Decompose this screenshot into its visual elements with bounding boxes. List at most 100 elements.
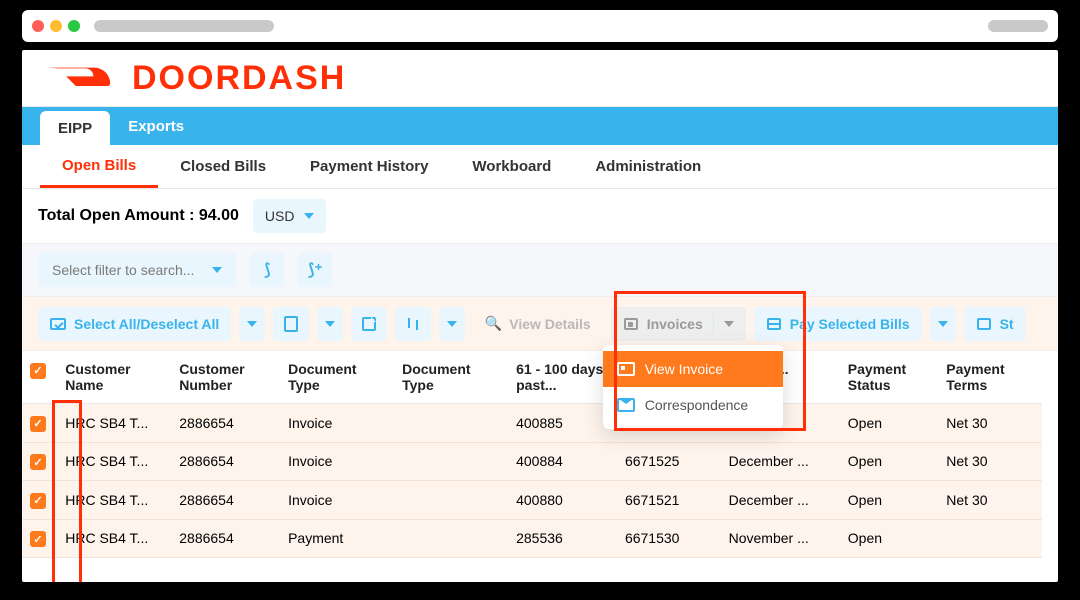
brand-name: DOORDASH (132, 59, 346, 98)
table-row[interactable]: ✓HRC SB4 T...2886654Payment2855366671530… (22, 519, 1042, 558)
doordash-logo-icon (40, 58, 126, 98)
pay-selected-dropdown[interactable] (930, 307, 956, 341)
table-row[interactable]: ✓HRC SB4 T...2886654Invoice4008846671525… (22, 442, 1042, 481)
tab-workboard[interactable]: Workboard (450, 145, 573, 188)
bills-table: ✓ Customer Name Customer Number Document… (22, 351, 1042, 558)
tab-payment-history[interactable]: Payment History (288, 145, 450, 188)
cell-customer-number: 2886654 (171, 404, 280, 443)
cell-customer-name: HRC SB4 T... (57, 442, 171, 481)
cell-days-past: 400885 (508, 404, 617, 443)
export-dropdown[interactable] (317, 307, 343, 341)
view-details-button[interactable]: 🔍 View Details (473, 307, 602, 341)
header-checkbox[interactable]: ✓ (30, 363, 46, 379)
filter-selector[interactable]: Select filter to search... (38, 253, 236, 287)
pdf-icon (617, 362, 635, 376)
cell-terms: Net 30 (938, 404, 1042, 443)
cell-doc-type-2 (394, 481, 508, 520)
sort-dropdown[interactable] (439, 307, 465, 341)
col-document-type-2[interactable]: Document Type (394, 351, 508, 404)
sort-icon (405, 316, 421, 332)
browser-chrome (20, 8, 1060, 44)
table-row[interactable]: ✓HRC SB4 T...2886654Invoice4008806671521… (22, 481, 1042, 520)
sort-button[interactable] (395, 307, 431, 341)
cell-checkbox[interactable]: ✓ (22, 404, 57, 443)
tab-administration[interactable]: Administration (573, 145, 723, 188)
col-document-type[interactable]: Document Type (280, 351, 394, 404)
currency-value: USD (265, 208, 295, 224)
col-payment-status[interactable]: Payment Status (840, 351, 938, 404)
status-label: St (1000, 316, 1014, 332)
table-row[interactable]: ✓HRC SB4 T...2886654Invoice400885mber ..… (22, 404, 1042, 443)
select-all-dropdown[interactable] (239, 307, 265, 341)
cursor-icon: ⟆ (264, 260, 270, 280)
cell-terms: Net 30 (938, 442, 1042, 481)
pdf-icon (623, 316, 639, 332)
select-all-label: Select All/Deselect All (74, 316, 219, 332)
col-days-past[interactable]: 61 - 100 days past... (508, 351, 617, 404)
envelope-icon (617, 398, 635, 412)
cell-doc-type-2 (394, 519, 508, 558)
action-bar: Select All/Deselect All 🔍 View Details I… (22, 297, 1058, 351)
cell-doc-type: Payment (280, 519, 394, 558)
chevron-down-icon (325, 321, 335, 327)
tab-label: Administration (595, 158, 701, 175)
row-checkbox[interactable]: ✓ (30, 416, 46, 432)
cell-checkbox[interactable]: ✓ (22, 481, 57, 520)
cell-checkbox[interactable]: ✓ (22, 442, 57, 481)
primary-tabs: EIPP Exports (22, 107, 1058, 145)
cell-doc-type: Invoice (280, 481, 394, 520)
clear-filter-button[interactable]: ⟆ (250, 253, 284, 287)
dropdown-label: Correspondence (645, 397, 749, 413)
col-customer-number[interactable]: Customer Number (171, 351, 280, 404)
filter-placeholder: Select filter to search... (52, 262, 194, 278)
chevron-down-icon (938, 321, 948, 327)
cell-date: December ... (721, 481, 840, 520)
export-icon (283, 316, 299, 332)
window-minimize-dot[interactable] (50, 20, 62, 32)
browser-right-placeholder (988, 20, 1048, 32)
save-button[interactable] (351, 307, 387, 341)
primary-tab-exports[interactable]: Exports (110, 107, 202, 145)
card-icon (766, 316, 782, 332)
cell-status: Open (840, 404, 938, 443)
cell-ref: 6671530 (617, 519, 721, 558)
invoices-button[interactable]: Invoices (611, 307, 746, 341)
status-button[interactable]: St (964, 307, 1026, 341)
dropdown-item-correspondence[interactable]: Correspondence (603, 387, 783, 423)
export-button[interactable] (273, 307, 309, 341)
currency-selector[interactable]: USD (253, 199, 327, 233)
cell-doc-type: Invoice (280, 442, 394, 481)
cell-customer-name: HRC SB4 T... (57, 481, 171, 520)
cell-doc-type-2 (394, 404, 508, 443)
tab-label: Closed Bills (180, 158, 266, 175)
secondary-tabs: Open Bills Closed Bills Payment History … (22, 145, 1058, 189)
row-checkbox[interactable]: ✓ (30, 454, 46, 470)
apply-filter-button[interactable]: ⟆⁺ (298, 253, 332, 287)
cell-days-past: 400880 (508, 481, 617, 520)
chevron-down-icon (724, 321, 734, 327)
tab-label: Payment History (310, 158, 428, 175)
col-customer-name[interactable]: Customer Name (57, 351, 171, 404)
total-open-amount-row: Total Open Amount : 94.00 USD (22, 189, 1058, 243)
col-payment-terms[interactable]: Payment Terms (938, 351, 1042, 404)
pay-selected-button[interactable]: Pay Selected Bills (754, 307, 922, 341)
cell-customer-name: HRC SB4 T... (57, 519, 171, 558)
cell-status: Open (840, 442, 938, 481)
tab-closed-bills[interactable]: Closed Bills (158, 145, 288, 188)
dropdown-item-view-invoice[interactable]: View Invoice (603, 351, 783, 387)
window-maximize-dot[interactable] (68, 20, 80, 32)
cell-terms: Net 30 (938, 481, 1042, 520)
select-all-button[interactable]: Select All/Deselect All (38, 307, 231, 341)
row-checkbox[interactable]: ✓ (30, 493, 46, 509)
invoices-button-wrap: Invoices View Invoice Correspondence (611, 307, 746, 341)
row-checkbox[interactable]: ✓ (30, 531, 46, 547)
col-checkbox[interactable]: ✓ (22, 351, 57, 404)
cell-ref: 6671521 (617, 481, 721, 520)
list-icon (976, 316, 992, 332)
tab-open-bills[interactable]: Open Bills (40, 145, 158, 188)
primary-tab-eipp[interactable]: EIPP (40, 111, 110, 145)
cell-checkbox[interactable]: ✓ (22, 519, 57, 558)
amount-value: 94.00 (199, 207, 239, 224)
cell-date: November ... (721, 519, 840, 558)
window-close-dot[interactable] (32, 20, 44, 32)
